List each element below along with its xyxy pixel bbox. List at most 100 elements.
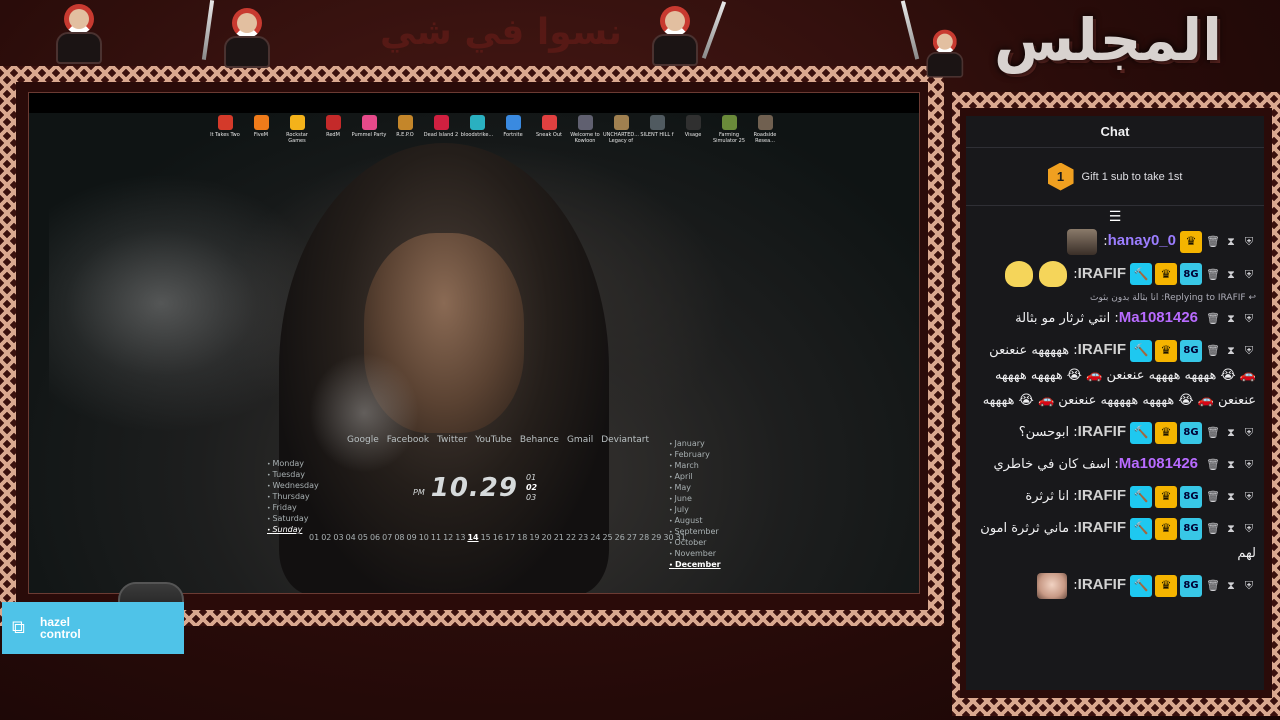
- chat-message: 🗑 ⧗ ⛨ 🔨 ♛ 8G IRAFIF:: [976, 572, 1256, 599]
- desktop-icon[interactable]: Rockstar Games: [279, 115, 315, 144]
- desktop-icon[interactable]: RedM: [315, 115, 351, 144]
- chat-username[interactable]: IRAFIF: [1078, 265, 1126, 282]
- vip-badge-icon: 8G: [1180, 485, 1202, 508]
- mod-tools: 🗑 ⧗ ⛨: [1206, 516, 1256, 541]
- emote-group: [1037, 572, 1068, 599]
- desktop-icon-label: R.E.P.O: [396, 132, 414, 138]
- delete-icon[interactable]: 🗑: [1206, 573, 1220, 598]
- chat-username[interactable]: IRAFIF: [1078, 487, 1126, 504]
- delete-icon[interactable]: 🗑: [1206, 229, 1220, 254]
- timeout-icon[interactable]: ⧗: [1224, 573, 1238, 598]
- desktop-icon[interactable]: Visage: [675, 115, 711, 144]
- chat-username[interactable]: IRAFIF: [1078, 341, 1126, 358]
- quick-link-twitter[interactable]: Twitter: [437, 435, 467, 445]
- mod-hammer-icon: 🔨: [1130, 574, 1152, 597]
- banner-title: المجلس: [993, 6, 1222, 74]
- timeout-icon[interactable]: ⧗: [1224, 229, 1238, 254]
- timeout-icon[interactable]: ⧗: [1224, 262, 1238, 287]
- timeout-icon[interactable]: ⧗: [1224, 452, 1238, 477]
- desktop-icon-label: Dead Island 2: [423, 132, 459, 138]
- timeout-icon[interactable]: ⧗: [1224, 484, 1238, 509]
- crown-icon: ♛: [1155, 339, 1177, 362]
- quick-link-google[interactable]: Google: [347, 435, 379, 445]
- quick-link-youtube[interactable]: YouTube: [475, 435, 512, 445]
- timeout-icon[interactable]: ⧗: [1224, 306, 1238, 331]
- mod-tools: 🗑 ⧗ ⛨: [1206, 420, 1256, 445]
- filter-icon: ☰: [1108, 209, 1122, 225]
- timeout-icon[interactable]: ⧗: [1224, 516, 1238, 541]
- month-item: August: [669, 516, 721, 527]
- date-item: 12: [443, 533, 454, 542]
- desktop-icon[interactable]: Fortnite: [495, 115, 531, 144]
- ban-shield-icon[interactable]: ⛨: [1242, 420, 1256, 445]
- game-icon: [757, 115, 773, 130]
- quick-link-gmail[interactable]: Gmail: [567, 435, 593, 445]
- delete-icon[interactable]: 🗑: [1206, 452, 1220, 477]
- ban-shield-icon[interactable]: ⛨: [1242, 262, 1256, 287]
- month-item: April: [669, 472, 721, 483]
- ban-shield-icon[interactable]: ⛨: [1242, 452, 1256, 477]
- mod-tools: 🗑 ⧗ ⛨: [1206, 484, 1256, 509]
- date-item: 23: [578, 533, 589, 542]
- date-item: 18: [517, 533, 528, 542]
- weekday-list: MondayTuesdayWednesdayThursdayFridaySatu…: [267, 459, 319, 536]
- desktop-icon[interactable]: Sneak Out: [531, 115, 567, 144]
- timeout-icon[interactable]: ⧗: [1224, 420, 1238, 445]
- desktop-icon[interactable]: R.E.P.O: [387, 115, 423, 144]
- quick-link-deviantart[interactable]: Deviantart: [601, 435, 649, 445]
- chat-username[interactable]: Ma1081426: [1119, 309, 1198, 326]
- desktop-icon-label: FiveM: [253, 132, 269, 138]
- date-item: 01: [309, 533, 320, 542]
- ban-shield-icon[interactable]: ⛨: [1242, 516, 1256, 541]
- delete-icon[interactable]: 🗑: [1206, 484, 1220, 509]
- chat-header: Chat: [966, 116, 1264, 148]
- user-badges: 🔨 ♛ 8G: [1130, 517, 1202, 540]
- delete-icon[interactable]: 🗑: [1206, 262, 1220, 287]
- date-item: 30: [663, 533, 674, 542]
- desktop-icon[interactable]: bloodstrike...: [459, 115, 495, 144]
- quick-link-facebook[interactable]: Facebook: [387, 435, 429, 445]
- desktop-icon[interactable]: FiveM: [243, 115, 279, 144]
- ban-shield-icon[interactable]: ⛨: [1242, 229, 1256, 254]
- chat-username[interactable]: Ma1081426: [1119, 455, 1198, 472]
- weekday-item: Thursday: [267, 492, 319, 503]
- gift-leaderboard[interactable]: 1 Gift 1 sub to take 1st: [966, 148, 1264, 206]
- clock-ampm: PM: [413, 488, 425, 497]
- user-badges: ♛: [1180, 230, 1202, 253]
- ban-shield-icon[interactable]: ⛨: [1242, 338, 1256, 363]
- desktop-icon[interactable]: Roadside Resea...: [747, 115, 783, 144]
- desktop-icon[interactable]: Pummel Party: [351, 115, 387, 144]
- date-item: 20: [541, 533, 552, 542]
- ban-shield-icon[interactable]: ⛨: [1242, 573, 1256, 598]
- delete-icon[interactable]: 🗑: [1206, 338, 1220, 363]
- chat-username[interactable]: IRAFIF: [1078, 519, 1126, 536]
- delete-icon[interactable]: 🗑: [1206, 516, 1220, 541]
- game-icon: [649, 115, 665, 130]
- ban-shield-icon[interactable]: ⛨: [1242, 306, 1256, 331]
- desktop-icon[interactable]: Welcome to Kowloon: [567, 115, 603, 144]
- date-item: 02: [321, 533, 332, 542]
- desktop-icon[interactable]: Dead Island 2: [423, 115, 459, 144]
- chat-username[interactable]: hanay0_0: [1108, 232, 1176, 249]
- desktop-icon-label: Fortnite: [503, 132, 523, 138]
- desktop-icon[interactable]: SILENT HILL f: [639, 115, 675, 144]
- desktop-icon[interactable]: Farming Simulator 25: [711, 115, 747, 144]
- clock-second: 03: [525, 493, 537, 502]
- banner-subtitle: نسوا في شي: [380, 12, 622, 53]
- chat-username[interactable]: IRAFIF: [1078, 576, 1126, 593]
- user-badges: 🔨 ♛ 8G: [1130, 263, 1202, 285]
- chat-message: 🗑 ⧗ ⛨ 🔨 ♛ 8G IRAFIF:: [976, 261, 1256, 287]
- game-icon: [541, 115, 557, 130]
- chat-filter-button[interactable]: ☰: [966, 206, 1264, 228]
- mod-tools: 🗑 ⧗ ⛨: [1206, 262, 1256, 287]
- quick-link-behance[interactable]: Behance: [520, 435, 559, 445]
- desktop-icon[interactable]: UNCHARTED... Legacy of: [603, 115, 639, 144]
- delete-icon[interactable]: 🗑: [1206, 306, 1220, 331]
- ban-shield-icon[interactable]: ⛨: [1242, 484, 1256, 509]
- chat-username[interactable]: IRAFIF: [1078, 423, 1126, 440]
- crown-icon: ♛: [1155, 517, 1177, 540]
- delete-icon[interactable]: 🗑: [1206, 420, 1220, 445]
- timeout-icon[interactable]: ⧗: [1224, 338, 1238, 363]
- clock-time: 10.29: [430, 473, 518, 503]
- desktop-icon[interactable]: It Takes Two: [207, 115, 243, 144]
